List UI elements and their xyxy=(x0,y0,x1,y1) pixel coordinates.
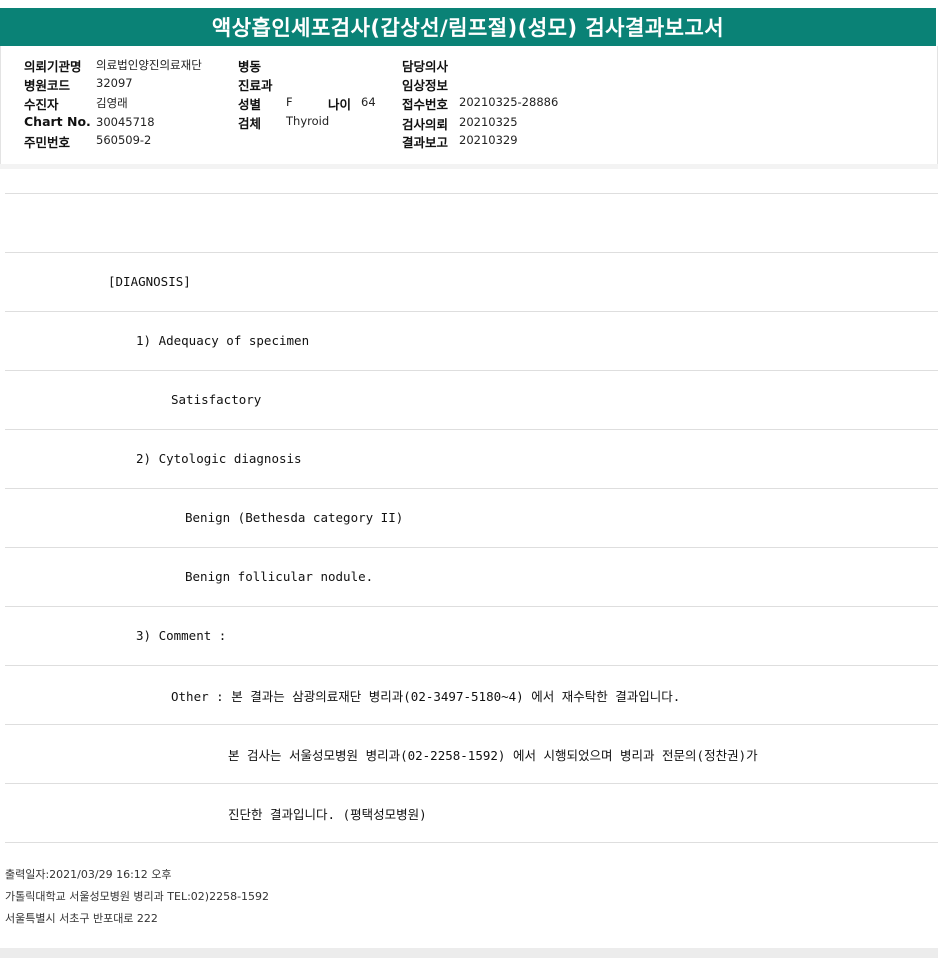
row-divider xyxy=(5,547,938,548)
info-value: 32097 xyxy=(96,76,133,90)
info-value: 20210325 xyxy=(459,115,518,129)
info-label: 의뢰기관명 xyxy=(24,59,82,74)
info-value: 20210325-28886 xyxy=(459,95,559,109)
info-value: 30045718 xyxy=(96,115,155,129)
info-label: 병동 xyxy=(238,59,262,74)
info-value: 560509-2 xyxy=(96,133,152,147)
info-label: 병원코드 xyxy=(24,78,71,93)
row-divider xyxy=(5,665,938,666)
row-divider xyxy=(5,842,938,843)
report-line-other: Other : 본 결과는 삼광의료재단 병리과(02-3497-5180~4)… xyxy=(171,689,681,704)
report-line-adequacy: 1) Adequacy of specimen xyxy=(136,333,310,348)
row-divider xyxy=(5,606,938,607)
report-line-benign-bethesda: Benign (Bethesda category II) xyxy=(185,510,404,525)
info-label: 접수번호 xyxy=(402,97,449,112)
row-divider xyxy=(5,370,938,371)
footer-address: 서울특별시 서초구 반포대로 222 xyxy=(5,912,158,925)
info-label: 진료과 xyxy=(238,78,273,93)
info-label: 검체 xyxy=(238,116,262,131)
report-line-note-1: 본 검사는 서울성모병원 병리과(02-2258-1592) 에서 시행되었으며… xyxy=(228,748,758,763)
row-divider xyxy=(5,488,938,489)
footer-print-date: 출력일자:2021/03/29 16:12 오후 xyxy=(5,868,172,881)
info-value: 20210329 xyxy=(459,133,518,147)
row-divider xyxy=(5,311,938,312)
row-divider xyxy=(5,429,938,430)
bottom-strip xyxy=(0,948,938,958)
footer-institution: 가톨릭대학교 서울성모병원 병리과 TEL:02)2258-1592 xyxy=(5,890,270,903)
row-divider xyxy=(5,783,938,784)
info-label: 담당의사 xyxy=(402,59,449,74)
report-line-benign-nodule: Benign follicular nodule. xyxy=(185,569,374,584)
report-title: 액상흡인세포검사(갑상선/림프절)(성모) 검사결과보고서 xyxy=(0,8,936,46)
info-value: 의료법인양진의료재단 xyxy=(96,58,202,72)
patient-info-header: 의뢰기관명 의료법인양진의료재단 병원코드 32097 수진자 김영래 Char… xyxy=(0,46,938,165)
report-line-comment: 3) Comment : xyxy=(136,628,227,643)
report-line-satisfactory: Satisfactory xyxy=(171,392,262,407)
info-label: 수진자 xyxy=(24,97,59,112)
report-line-cytologic: 2) Cytologic diagnosis xyxy=(136,451,302,466)
report-line-note-2: 진단한 결과입니다. (평택성모병원) xyxy=(228,807,427,822)
header-shadow xyxy=(0,164,938,169)
info-value: 김영래 xyxy=(96,96,128,110)
info-label: 주민번호 xyxy=(24,135,71,150)
info-value: 64 xyxy=(361,95,376,109)
row-divider xyxy=(5,724,938,725)
info-label: 검사의뢰 xyxy=(402,117,449,132)
info-label: 성별 xyxy=(238,97,262,112)
info-value: F xyxy=(286,95,293,109)
report-line-diagnosis-heading: [DIAGNOSIS] xyxy=(108,274,191,289)
info-label: 나이 xyxy=(328,97,352,112)
info-label: 결과보고 xyxy=(402,135,449,150)
row-divider xyxy=(5,252,938,253)
info-value: Thyroid xyxy=(286,114,330,128)
row-divider xyxy=(5,193,938,194)
info-label: Chart No. xyxy=(24,114,91,129)
info-label: 임상정보 xyxy=(402,78,449,93)
